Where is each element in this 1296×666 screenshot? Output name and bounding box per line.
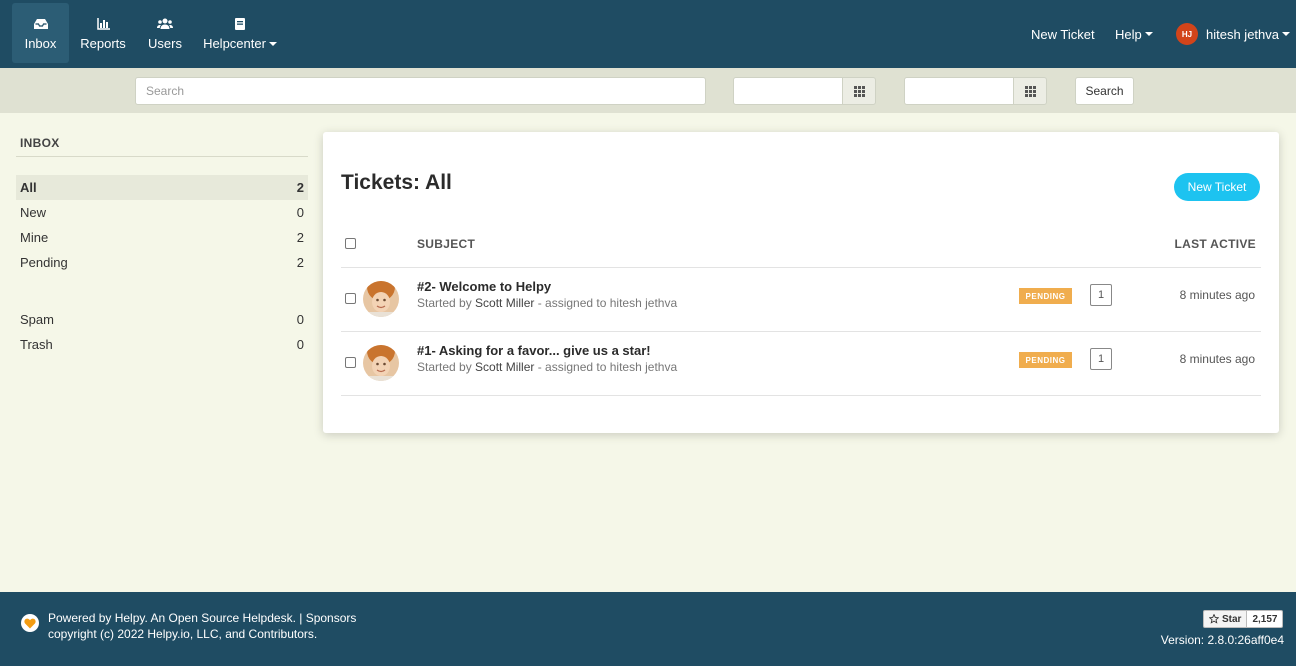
ticket-assignee: - assigned to hitesh jethva [534,360,678,374]
github-star-label: Star [1222,613,1242,625]
page-title: Tickets: All [341,171,452,194]
sidebar-item-label: Spam [20,312,54,327]
avatar: HJ [1176,23,1198,45]
ticket-starter[interactable]: Scott Miller [475,360,534,374]
nav-users-label: Users [148,35,182,51]
search-button[interactable]: Search [1075,77,1134,105]
sidebar-item-spam[interactable]: Spam 0 [16,307,308,332]
help-menu[interactable]: Help [1115,0,1153,68]
sidebar-item-trash[interactable]: Trash 0 [16,332,308,357]
divider [16,156,308,157]
top-navbar: Inbox Reports Users Helpcenter New Ticke… [0,0,1296,68]
user-name: hitesh jethva [1206,26,1279,42]
sidebar-item-count: 0 [296,312,304,327]
ticket-subject[interactable]: #2- Welcome to Helpy [417,279,551,294]
nav-inbox-label: Inbox [24,35,57,51]
ticket-subject[interactable]: #1- Asking for a favor... give us a star… [417,343,651,358]
sidebar-item-pending[interactable]: Pending 2 [16,250,308,275]
nav-users[interactable]: Users [140,3,190,63]
tickets-panel: Tickets: All New Ticket SUBJECT LAST ACT… [323,132,1279,433]
reply-count: 1 [1090,284,1112,306]
nav-helpcenter-label: Helpcenter [203,35,266,51]
divider [341,395,1261,396]
search-bar: Search Search [0,68,1296,113]
sidebar-item-count: 2 [296,230,304,245]
ticket-started-prefix: Started by [417,296,476,310]
status-badge: PENDING [1019,352,1072,368]
column-header-last-active[interactable]: LAST ACTIVE [1174,237,1256,251]
sidebar-item-label: Pending [20,255,68,270]
date-from-input[interactable] [733,77,843,105]
avatar [363,281,399,317]
last-active-time: 8 minutes ago [1179,288,1255,302]
table-row[interactable]: #2- Welcome to Helpy Started by Scott Mi… [323,268,1279,332]
sidebar-item-all[interactable]: All 2 [16,175,308,200]
sidebar-heading: INBOX [20,136,60,150]
reply-count: 1 [1090,348,1112,370]
ticket-meta: Started by Scott Miller - assigned to hi… [417,296,677,310]
star-icon [1209,614,1219,624]
helpy-logo-icon [21,614,39,632]
inbox-icon [33,16,48,32]
last-active-time: 8 minutes ago [1179,352,1255,366]
date-to-input[interactable] [904,77,1014,105]
footer-copyright: copyright (c) 2022 Helpy.io, LLC, and Co… [48,627,318,641]
chevron-down-icon [1144,32,1153,36]
sidebar-item-count: 2 [296,180,304,195]
calendar-icon[interactable] [1013,77,1047,105]
footer: Powered by Helpy. An Open Source Helpdes… [0,592,1296,666]
sidebar-item-count: 0 [296,205,304,220]
help-menu-label: Help [1115,26,1142,42]
avatar [363,345,399,381]
ticket-assignee: - assigned to hitesh jethva [534,296,678,310]
github-star-count: 2,157 [1247,610,1284,628]
sidebar-item-mine[interactable]: Mine 2 [16,225,308,250]
nav-reports[interactable]: Reports [76,3,130,63]
github-star-button[interactable]: Star 2,157 [1203,610,1284,628]
select-all-checkbox[interactable] [345,238,356,249]
ticket-meta: Started by Scott Miller - assigned to hi… [417,360,677,374]
book-icon [235,16,245,32]
nav-helpcenter-label-wrap: Helpcenter [203,36,277,51]
table-row[interactable]: #1- Asking for a favor... give us a star… [323,332,1279,396]
sidebar-item-label: Trash [20,337,53,352]
chart-icon [96,16,110,32]
search-input[interactable]: Search [135,77,706,105]
new-ticket-button[interactable]: New Ticket [1174,173,1260,201]
sidebar-item-count: 0 [296,337,304,352]
nav-inbox[interactable]: Inbox [12,3,69,63]
nav-helpcenter[interactable]: Helpcenter [200,3,280,63]
sidebar-item-count: 2 [296,255,304,270]
sidebar-item-label: All [20,180,37,195]
column-header-subject[interactable]: SUBJECT [417,237,475,251]
search-placeholder: Search [146,84,185,98]
version-text: Version: 2.8.0:26aff0e4 [1160,633,1284,647]
user-menu[interactable]: HJ hitesh jethva [1176,0,1290,68]
row-checkbox[interactable] [345,293,356,304]
ticket-started-prefix: Started by [417,360,476,374]
sidebar-item-label: New [20,205,47,220]
sidebar-item-label: Mine [20,230,49,245]
footer-powered[interactable]: Powered by Helpy. An Open Source Helpdes… [48,611,356,625]
chevron-down-icon [1282,32,1290,36]
ticket-starter[interactable]: Scott Miller [475,296,534,310]
chevron-down-icon [268,42,277,47]
status-badge: PENDING [1019,288,1072,304]
calendar-icon[interactable] [842,77,876,105]
github-star: Star [1203,610,1248,628]
users-icon [157,16,173,32]
row-checkbox[interactable] [345,357,356,368]
new-ticket-link[interactable]: New Ticket [1031,0,1095,68]
nav-reports-label: Reports [80,35,126,51]
sidebar-item-new[interactable]: New 0 [16,200,308,225]
new-ticket-link-label: New Ticket [1031,26,1095,42]
